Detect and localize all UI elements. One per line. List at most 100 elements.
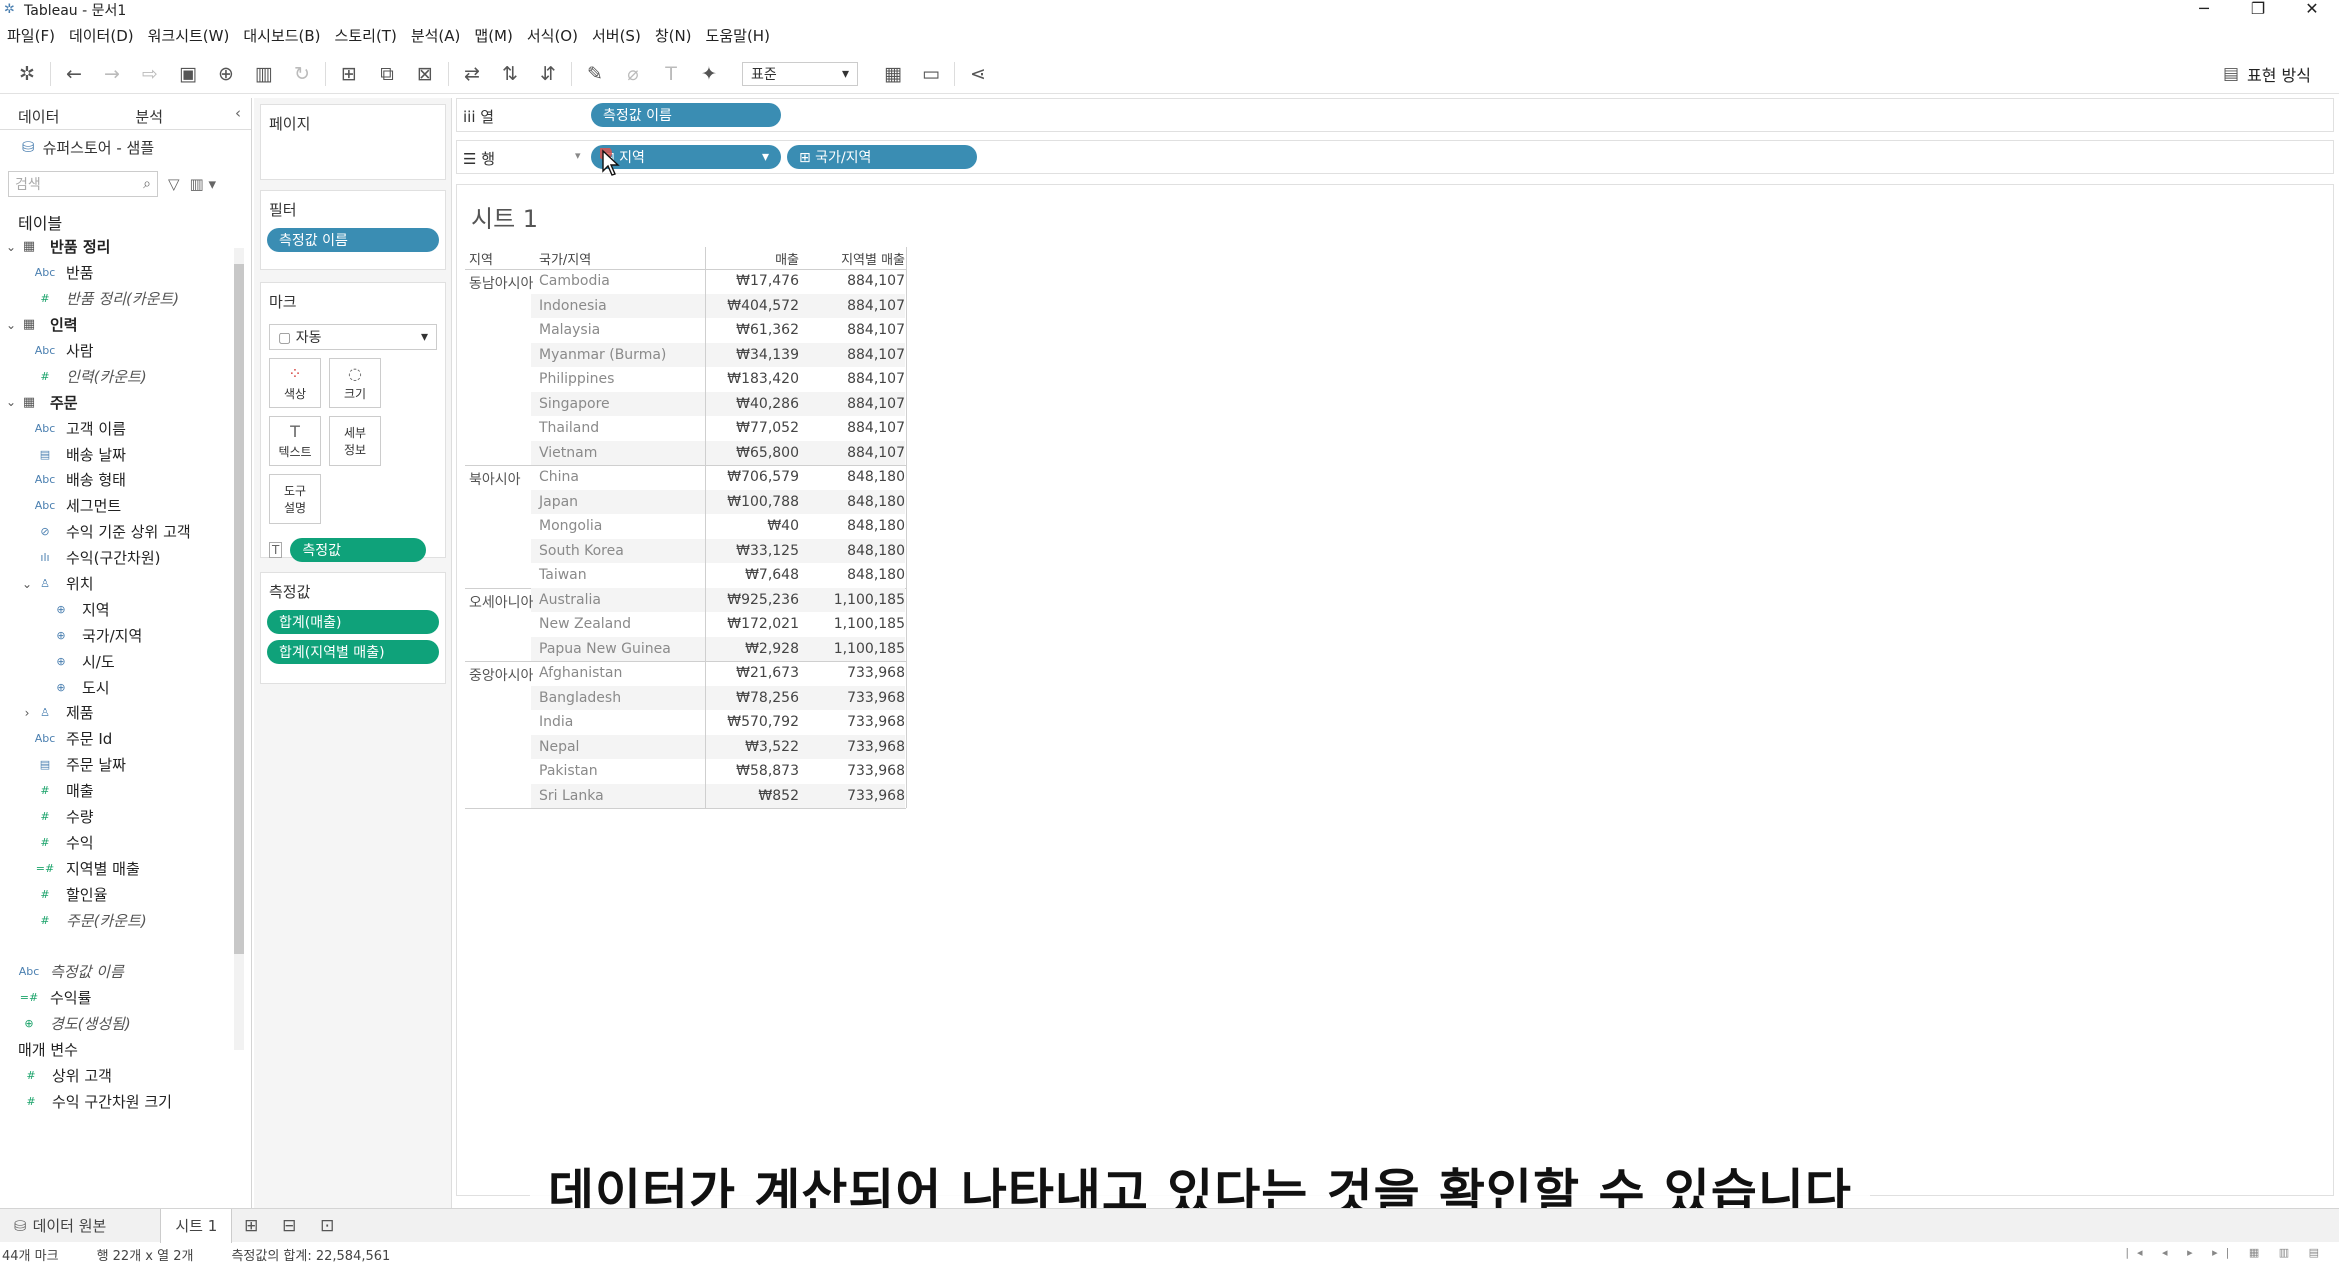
search-input[interactable]: 검색 ⌕ [8, 171, 158, 197]
country-cell[interactable]: Myanmar (Burma) [539, 347, 666, 363]
field-item[interactable]: ⌄ ▦ 주문 [0, 389, 251, 415]
sales-cell[interactable]: ₩17,476 [701, 273, 799, 289]
field-item[interactable]: # 수량 [0, 804, 251, 830]
region-cell[interactable]: 북아시아 [469, 469, 521, 489]
column-header[interactable]: 지역 [469, 249, 493, 268]
columns-shelf[interactable]: iii 열 측정값 이름 [456, 98, 2334, 132]
sales-cell[interactable]: ₩404,572 [701, 298, 799, 314]
new-worksheet-icon[interactable]: ⊞ [334, 59, 364, 89]
duplicate-sheet-icon[interactable]: ⧉ [372, 59, 402, 89]
parameter-item[interactable]: # 수익 구간차원 크기 [0, 1088, 251, 1114]
sheet-navigation-controls[interactable]: |◂ ◂ ▸ ▸| ▦ ▥ ▤ [2125, 1246, 2327, 1259]
country-cell[interactable]: Mongolia [539, 518, 602, 534]
region-sales-cell[interactable]: 848,180 [809, 543, 905, 559]
restore-button[interactable]: ❐ [2231, 0, 2285, 20]
region-sales-cell[interactable]: 884,107 [809, 347, 905, 363]
menu-story[interactable]: 스토리(T) [328, 25, 404, 46]
country-cell[interactable]: Malaysia [539, 322, 600, 338]
country-cell[interactable]: Indonesia [539, 298, 607, 314]
region-sales-cell[interactable]: 733,968 [809, 739, 905, 755]
region-sales-cell[interactable]: 884,107 [809, 396, 905, 412]
sales-cell[interactable]: ₩3,522 [701, 739, 799, 755]
table-row[interactable]: Sri Lanka ₩852 733,968 [465, 784, 906, 809]
color-mark-button[interactable]: ⁘ 색상 [269, 358, 321, 408]
table-row[interactable]: Indonesia ₩404,572 884,107 [465, 294, 906, 319]
tableau-home-icon[interactable]: ✲ [12, 59, 42, 89]
field-item[interactable]: ⊘ 수익 기준 상위 고객 [0, 519, 251, 545]
country-cell[interactable]: Afghanistan [539, 665, 622, 681]
menu-help[interactable]: 도움말(H) [699, 25, 777, 46]
sales-cell[interactable]: ₩7,648 [701, 567, 799, 583]
sales-cell[interactable]: ₩183,420 [701, 371, 799, 387]
menu-map[interactable]: 맵(M) [467, 25, 519, 46]
filter-icon[interactable]: ▽ [168, 175, 180, 193]
region-cell[interactable]: 동남아시아 [469, 273, 533, 293]
country-cell[interactable]: Thailand [539, 420, 599, 436]
field-item[interactable]: # 할인율 [0, 881, 251, 907]
field-item[interactable]: =# 수익률 [0, 985, 251, 1011]
table-row[interactable]: Bangladesh ₩78,256 733,968 [465, 686, 906, 711]
show-cards-icon[interactable]: ▦ [878, 59, 908, 89]
field-item[interactable]: # 반품 정리(카운트) [0, 286, 251, 312]
collapse-pane-icon[interactable]: ‹ [225, 98, 251, 129]
field-item[interactable]: Abc 주문 Id [0, 726, 251, 752]
sales-cell[interactable]: ₩77,052 [701, 420, 799, 436]
field-item[interactable]: =# 지역별 매출 [0, 855, 251, 881]
country-cell[interactable]: India [539, 714, 573, 730]
clear-sheet-icon[interactable]: ⊠ [410, 59, 440, 89]
parameter-item[interactable]: # 상위 고객 [0, 1063, 251, 1089]
measure-pill-sum-region-sales[interactable]: 합계(지역별 매출) [267, 640, 439, 664]
new-dashboard-tab-icon[interactable]: ⊟ [270, 1216, 308, 1236]
field-item[interactable]: # 인력(카운트) [0, 363, 251, 389]
field-item[interactable]: ⌄ ▦ 인력 [0, 312, 251, 338]
country-cell[interactable]: Papua New Guinea [539, 641, 671, 657]
field-item[interactable]: Abc 사람 [0, 338, 251, 364]
filter-pill-measure-names[interactable]: 측정값 이름 [267, 228, 439, 252]
marks-pill-measure-values[interactable]: 측정값 [290, 538, 427, 562]
table-row[interactable]: India ₩570,792 733,968 [465, 710, 906, 735]
field-item[interactable]: ⌄ ▦ 반품 정리 [0, 234, 251, 260]
country-cell[interactable]: China [539, 469, 579, 485]
region-sales-cell[interactable]: 1,100,185 [809, 616, 905, 632]
menu-window[interactable]: 창(N) [648, 25, 699, 46]
sales-cell[interactable]: ₩21,673 [701, 665, 799, 681]
tab-data[interactable]: 데이터 [0, 98, 77, 129]
presentation-mode-icon[interactable]: ▭ [916, 59, 946, 89]
region-sales-cell[interactable]: 733,968 [809, 763, 905, 779]
pin-axes-icon[interactable]: ✦ [694, 59, 724, 89]
country-cell[interactable]: Cambodia [539, 273, 610, 289]
pages-shelf[interactable]: 페이지 [260, 104, 446, 180]
region-sales-cell[interactable]: 733,968 [809, 665, 905, 681]
field-item[interactable]: Abc 배송 형태 [0, 467, 251, 493]
sales-cell[interactable]: ₩852 [701, 788, 799, 804]
sales-cell[interactable]: ₩706,579 [701, 469, 799, 485]
swap-rows-columns-icon[interactable]: ⇄ [457, 59, 487, 89]
country-cell[interactable]: South Korea [539, 543, 624, 559]
field-item[interactable]: # 매출 [0, 778, 251, 804]
table-row[interactable]: Nepal ₩3,522 733,968 [465, 735, 906, 760]
sales-cell[interactable]: ₩61,362 [701, 322, 799, 338]
sales-cell[interactable]: ₩33,125 [701, 543, 799, 559]
country-cell[interactable]: Pakistan [539, 763, 598, 779]
replay-icon[interactable]: ⇨ [135, 59, 165, 89]
sales-cell[interactable]: ₩925,236 [701, 592, 799, 608]
data-pane-scrollbar[interactable] [234, 248, 244, 1050]
region-sales-cell[interactable]: 733,968 [809, 788, 905, 804]
sales-cell[interactable]: ₩58,873 [701, 763, 799, 779]
region-sales-cell[interactable]: 884,107 [809, 445, 905, 461]
table-row[interactable]: New Zealand ₩172,021 1,100,185 [465, 612, 906, 637]
sales-cell[interactable]: ₩172,021 [701, 616, 799, 632]
rows-shelf[interactable]: ☰ 행 ▾ ⊞ 지역 ▾ ⊞ 국가/지역 [456, 140, 2334, 174]
field-item[interactable]: ⊕ 지역 [0, 596, 251, 622]
expand-arrow-icon[interactable]: ⌄ [20, 577, 34, 591]
pause-updates-icon[interactable]: ▥ [249, 59, 279, 89]
mark-type-select[interactable]: ▢ 자동 ▾ [269, 324, 437, 350]
menu-file[interactable]: 파일(F) [0, 25, 62, 46]
field-item[interactable]: ▤ 배송 날짜 [0, 441, 251, 467]
region-sales-cell[interactable]: 884,107 [809, 322, 905, 338]
group-icon[interactable]: ⌀ [618, 59, 648, 89]
undo-icon[interactable]: ← [59, 59, 89, 89]
minimize-button[interactable]: ─ [2177, 0, 2231, 20]
table-row[interactable]: 북아시아 China ₩706,579 848,180 [465, 465, 906, 490]
field-item[interactable]: Abc 측정값 이름 [0, 959, 251, 985]
